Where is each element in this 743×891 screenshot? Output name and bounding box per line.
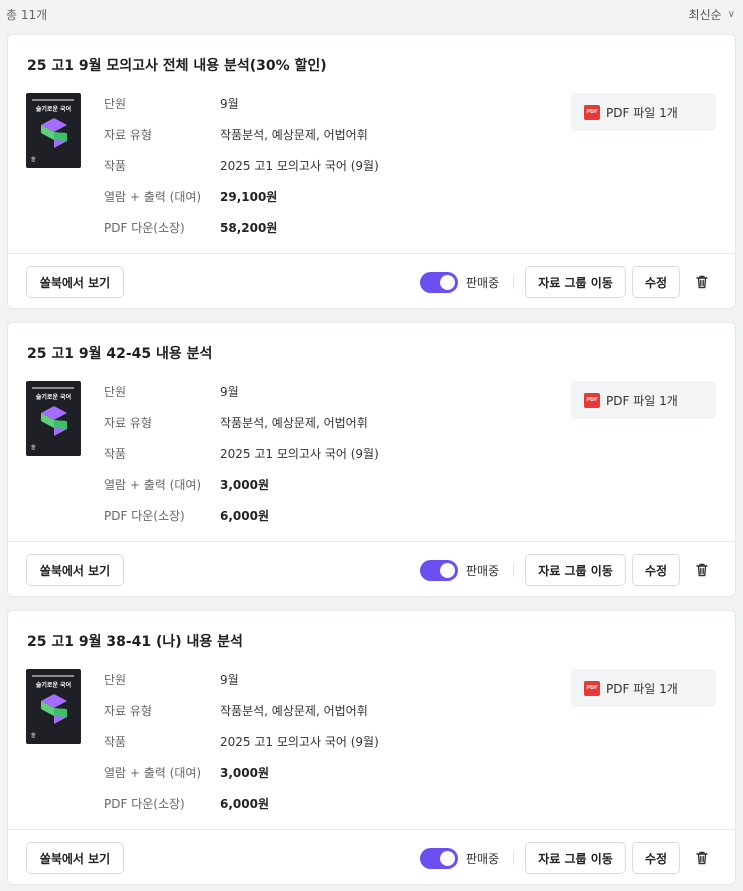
download-price: 6,000원 [220,509,269,523]
move-group-button[interactable]: 자료 그룹 이동 [525,554,626,586]
field-value: 9월 [220,673,239,687]
card-title: 25 고1 9월 38-41 (나) 내용 분석 [27,634,243,650]
pdf-file-icon: PDF [584,680,600,696]
sale-status-label: 판매중 [466,564,500,578]
field-label: 자료 유형 [104,704,152,718]
field-value: 2025 고1 모의고사 국어 (9월) [220,735,379,749]
trash-icon[interactable] [694,850,710,866]
material-card: 25 고1 9월 38-41 (나) 내용 분석 슬기로운 국어 쏠 단원 9월 [7,610,736,885]
view-in-solbook-button[interactable]: 쏠북에서 보기 [26,266,124,298]
field-label: 작품 [104,159,127,173]
cover-logo-icon [41,118,67,148]
book-cover-thumbnail: 슬기로운 국어 쏠 [26,93,81,168]
trash-icon[interactable] [694,274,710,290]
sale-toggle[interactable] [420,560,458,581]
download-price: 58,200원 [220,221,278,235]
field-label: 열람 + 출력 (대여) [104,190,202,204]
card-body: 25 고1 9월 38-41 (나) 내용 분석 슬기로운 국어 쏠 단원 9월 [8,611,735,830]
sale-toggle[interactable] [420,848,458,869]
rental-price: 29,100원 [220,190,278,204]
total-count: 총 11개 [6,7,48,22]
edit-button[interactable]: 수정 [632,554,680,586]
pdf-file-chip[interactable]: PDF PDF 파일 1개 [571,93,716,131]
field-value: 2025 고1 모의고사 국어 (9월) [220,159,379,173]
field-value: 작품분석, 예상문제, 어법어휘 [220,704,368,718]
cover-logo-icon [41,406,67,436]
download-price: 6,000원 [220,797,269,811]
sale-toggle[interactable] [420,272,458,293]
chevron-down-icon: ∨ [727,8,735,20]
card-actions: 쏠북에서 보기 판매중 자료 그룹 이동 수정 [8,542,735,596]
book-cover-thumbnail: 슬기로운 국어 쏠 [26,381,81,456]
card-actions: 쏠북에서 보기 판매중 자료 그룹 이동 수정 [8,254,735,308]
sale-status-label: 판매중 [466,852,500,866]
field-label: 작품 [104,447,127,461]
field-value: 9월 [220,385,239,399]
field-label: 열람 + 출력 (대여) [104,766,202,780]
field-label: 작품 [104,735,127,749]
card-title: 25 고1 9월 42-45 내용 분석 [27,346,213,362]
move-group-button[interactable]: 자료 그룹 이동 [525,266,626,298]
rental-price: 3,000원 [220,478,269,492]
field-label: 단원 [104,673,127,687]
cover-title: 슬기로운 국어 [35,106,72,113]
material-card: 25 고1 9월 42-45 내용 분석 슬기로운 국어 쏠 단원 9월 자료 … [7,322,736,597]
field-label: 단원 [104,385,127,399]
field-label: PDF 다운(소장) [104,509,185,523]
book-cover-thumbnail: 슬기로운 국어 쏠 [26,669,81,744]
field-label: 자료 유형 [104,128,152,142]
sale-status-label: 판매중 [466,276,500,290]
card-actions: 쏠북에서 보기 판매중 자료 그룹 이동 수정 [8,830,735,884]
rental-price: 3,000원 [220,766,269,780]
move-group-button[interactable]: 자료 그룹 이동 [525,842,626,874]
view-in-solbook-button[interactable]: 쏠북에서 보기 [26,842,124,874]
pdf-file-chip[interactable]: PDF PDF 파일 1개 [571,669,716,707]
material-card: 25 고1 9월 모의고사 전체 내용 분석(30% 할인) 슬기로운 국어 쏠… [7,34,736,309]
field-value: 작품분석, 예상문제, 어법어휘 [220,128,368,142]
cover-title: 슬기로운 국어 [35,682,72,689]
field-label: 열람 + 출력 (대여) [104,478,202,492]
pdf-file-label: PDF 파일 1개 [606,681,678,696]
card-body: 25 고1 9월 모의고사 전체 내용 분석(30% 할인) 슬기로운 국어 쏠… [8,35,735,254]
divider [513,564,514,577]
field-label: 단원 [104,97,127,111]
field-value: 9월 [220,97,239,111]
sort-label: 최신순 [688,7,722,22]
cover-title: 슬기로운 국어 [35,394,72,401]
field-label: PDF 다운(소장) [104,797,185,811]
pdf-file-label: PDF 파일 1개 [606,105,678,120]
pdf-file-chip[interactable]: PDF PDF 파일 1개 [571,381,716,419]
card-body: 25 고1 9월 42-45 내용 분석 슬기로운 국어 쏠 단원 9월 자료 … [8,323,735,542]
field-value: 작품분석, 예상문제, 어법어휘 [220,416,368,430]
edit-button[interactable]: 수정 [632,266,680,298]
field-label: PDF 다운(소장) [104,221,185,235]
pdf-file-icon: PDF [584,104,600,120]
trash-icon[interactable] [694,562,710,578]
sort-dropdown[interactable]: 최신순 ∨ [689,6,735,23]
divider [513,276,514,289]
pdf-file-label: PDF 파일 1개 [606,393,678,408]
field-label: 자료 유형 [104,416,152,430]
field-value: 2025 고1 모의고사 국어 (9월) [220,447,379,461]
divider [513,852,514,865]
edit-button[interactable]: 수정 [632,842,680,874]
view-in-solbook-button[interactable]: 쏠북에서 보기 [26,554,124,586]
list-header: 총 11개 최신순 ∨ [0,0,743,28]
card-title: 25 고1 9월 모의고사 전체 내용 분석(30% 할인) [27,58,327,74]
pdf-file-icon: PDF [584,392,600,408]
cover-logo-icon [41,694,67,724]
